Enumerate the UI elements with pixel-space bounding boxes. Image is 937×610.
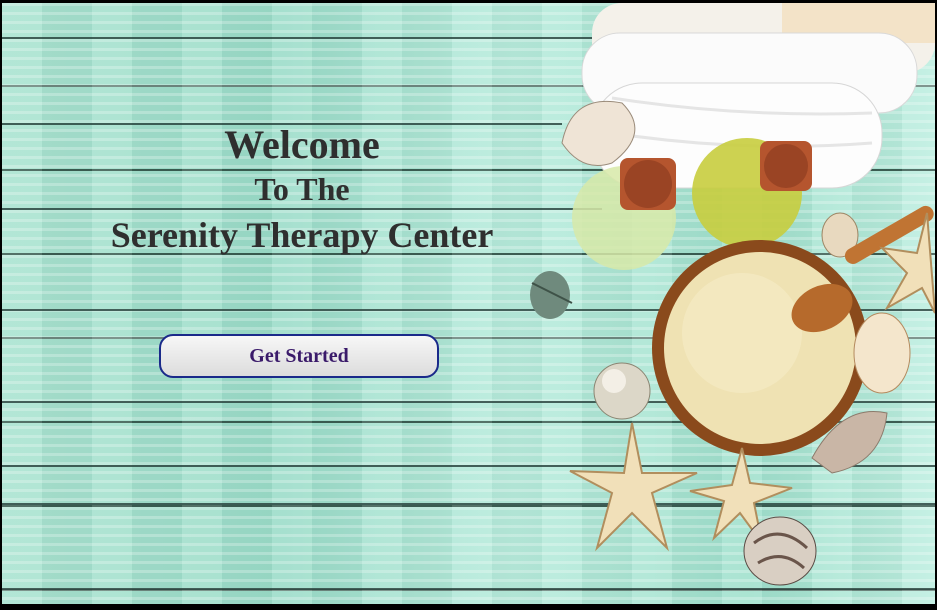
oil-bottle-icon — [572, 158, 676, 270]
seashell-icon — [853, 312, 911, 394]
seashell-icon — [530, 271, 573, 319]
welcome-heading: Welcome To The Serenity Therapy Center — [62, 121, 542, 261]
spa-decor-illustration — [530, 3, 935, 586]
welcome-screen: Welcome To The Serenity Therapy Center G… — [2, 3, 935, 604]
heading-center-name: Serenity Therapy Center — [110, 215, 494, 255]
heading-welcome: Welcome — [224, 122, 380, 167]
heading-to-the: To The — [254, 171, 350, 207]
salt-bowl-icon — [652, 240, 868, 456]
get-started-button[interactable]: Get Started — [159, 334, 439, 378]
starfish-icon — [569, 422, 698, 552]
seashell-icon — [743, 516, 817, 586]
oil-bottle-icon — [692, 138, 812, 248]
seashell-icon — [593, 362, 651, 420]
